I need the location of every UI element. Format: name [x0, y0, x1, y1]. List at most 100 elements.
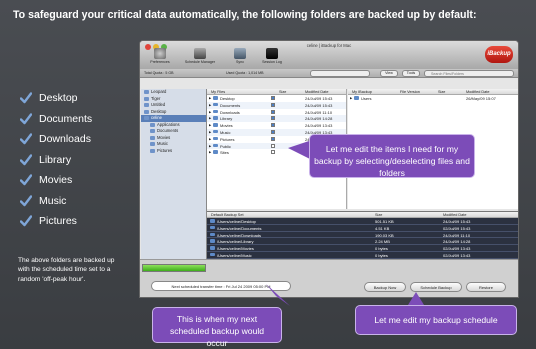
folder-icon [213, 102, 218, 107]
modified-date: 24/Jul/09 13:43 [305, 123, 333, 129]
include-checkbox[interactable] [271, 116, 275, 121]
disk-icon [144, 103, 149, 107]
include-checkbox[interactable] [271, 109, 275, 114]
folder-icon [150, 148, 155, 153]
file-name: Movies [220, 123, 233, 129]
file-name: Users [361, 96, 372, 101]
backup-path: /Users/celine/Music [217, 252, 252, 258]
session-log-button[interactable]: Session Log [258, 48, 286, 64]
local-file-row[interactable]: ▶ Desktop 24/Jul/09 15:43 [207, 95, 346, 102]
default-folder-list: Desktop Documents Downloads Library Movies Mu… [20, 88, 92, 232]
sidebar-item-label: Pictures [157, 147, 173, 153]
callout-edit-items: Let me edit the items I need for my back… [309, 134, 475, 178]
modified-date: 24/Jul/09 11:10 [305, 109, 333, 115]
folder-icon [144, 109, 149, 114]
callout-next-schedule: This is when my next scheduled backup wo… [152, 307, 282, 348]
col-size[interactable]: Size [375, 213, 382, 217]
backup-set-row[interactable]: /Users/celine/Music 0 bytes 02/Jul/09 13:4… [207, 251, 518, 259]
col-modified[interactable]: Modified Date [466, 90, 489, 94]
col-modified[interactable]: Modified Date [305, 90, 328, 94]
include-checkbox[interactable] [271, 150, 275, 155]
sidebar-item-label: Desktop [151, 108, 167, 114]
disclosure-triangle-icon[interactable]: ▶ [209, 144, 211, 148]
sync-icon [234, 48, 246, 59]
modified-date: 02/Jul/09 13:43 [443, 246, 471, 252]
local-file-row[interactable]: ▶ Documents 24/Jul/09 15:43 [207, 101, 346, 109]
modified-date: 02/Jul/09 13:43 [443, 252, 471, 258]
local-file-row[interactable]: ▶ Movies 24/Jul/09 13:43 [207, 122, 346, 129]
backup-set-row[interactable]: /Users/celine/Documents 4.51 KB 02/Jul/09 … [207, 224, 518, 232]
backup-size: 190.03 KB [375, 232, 394, 238]
disk-icon [144, 90, 149, 94]
preferences-button[interactable]: Preferences [146, 48, 174, 64]
sidebar-item-label: Untitled [151, 102, 166, 107]
checkmark-icon [20, 113, 32, 125]
disclosure-triangle-icon[interactable]: ▶ [209, 123, 211, 127]
backup-path: /Users/celine/Documents [217, 225, 262, 231]
remote-file-row[interactable]: ▶ Users 26/May/09 15:07 [348, 95, 518, 102]
sidebar-item-label: Movies [157, 134, 171, 140]
folder-icon [213, 109, 218, 114]
modified-date: 26/May/09 15:07 [466, 96, 496, 101]
backup-size: 2.24 MB [375, 239, 390, 245]
sidebar-item-label: Documents [157, 128, 179, 133]
col-size[interactable]: Size [438, 90, 445, 94]
modified-date: 02/Jul/09 15:43 [443, 225, 471, 231]
col-size[interactable]: Size [279, 90, 286, 94]
sidebar-item-pictures[interactable]: Pictures [141, 148, 206, 155]
col-modified[interactable]: Modified Date [443, 213, 466, 217]
col-default-backup-set[interactable]: Default Backup Set [211, 213, 244, 217]
col-my-ibackup[interactable]: My IBackup [352, 90, 372, 94]
log-icon [266, 48, 278, 59]
include-checkbox[interactable] [271, 96, 275, 100]
progress-track [310, 70, 370, 77]
sidebar: Leopard Tiger Untitled Desktop celine Applica… [141, 89, 207, 259]
disclosure-triangle-icon[interactable]: ▶ [209, 110, 211, 114]
include-checkbox[interactable] [271, 143, 275, 148]
folder-icon [213, 129, 218, 134]
disclosure-triangle-icon[interactable]: ▶ [209, 116, 211, 120]
backup-set-row[interactable]: /Users/celine/Movies 0 bytes 02/Jul/09 13:… [207, 245, 518, 252]
col-my-files[interactable]: My Files [211, 90, 225, 94]
modified-date: 24/Jul/09 14:28 [443, 239, 471, 245]
toolbar-label: Session Log [262, 60, 282, 64]
include-checkbox[interactable] [271, 129, 275, 134]
backup-set-row[interactable]: /Users/celine/Desktop 501.51 KB 24/Jul/09 … [207, 218, 518, 225]
schedule-backup-button[interactable]: Schedule Backup [410, 282, 462, 292]
restore-button[interactable]: Restore [466, 282, 506, 292]
include-checkbox[interactable] [271, 136, 275, 141]
include-checkbox[interactable] [271, 102, 275, 107]
folder-name: Desktop [39, 92, 78, 105]
toolbar-label: Preferences [150, 60, 170, 64]
backup-size: 501.51 KB [375, 219, 394, 224]
backup-set-row[interactable]: /Users/celine/Library 2.24 MB 24/Jul/09 14… [207, 238, 518, 246]
schedule-manager-button[interactable]: Schedule Manager [180, 48, 220, 64]
toolbar-label: Sync [236, 60, 244, 64]
disclosure-triangle-icon[interactable]: ▶ [209, 150, 211, 154]
backup-set-row[interactable]: /Users/celine/Downloads 190.03 KB 24/Jul/0… [207, 231, 518, 239]
disclosure-triangle-icon[interactable]: ▶ [209, 130, 211, 134]
include-checkbox[interactable] [271, 123, 275, 128]
local-file-row[interactable]: ▶ Library 24/Jul/09 14:28 [207, 115, 346, 123]
disclosure-triangle-icon[interactable]: ▶ [209, 103, 211, 107]
backup-now-button[interactable]: Backup Now [364, 282, 406, 292]
col-file-version[interactable]: File Version [400, 90, 420, 94]
disclosure-triangle-icon[interactable]: ▶ [350, 96, 352, 100]
sidebar-item-label: celine [151, 115, 162, 120]
tools-menu[interactable]: Tools [402, 70, 420, 77]
local-file-row[interactable]: ▶ Downloads 24/Jul/09 11:10 [207, 109, 346, 116]
disclosure-triangle-icon[interactable]: ▶ [209, 96, 211, 100]
search-input[interactable] [424, 70, 514, 77]
checkmark-icon [20, 154, 32, 166]
folder-icon [213, 96, 218, 100]
gear-icon [154, 48, 166, 59]
modified-date: 24/Jul/09 15:43 [305, 96, 333, 101]
sync-button[interactable]: Sync [228, 48, 252, 64]
folder-item: Music [20, 191, 92, 212]
sidebar-item-label: Tiger [151, 95, 161, 101]
modified-date: 24/Jul/09 11:10 [443, 232, 471, 238]
folder-icon [150, 122, 155, 127]
view-menu[interactable]: View [380, 70, 398, 77]
disclosure-triangle-icon[interactable]: ▶ [209, 137, 211, 141]
file-name: Library [220, 116, 233, 122]
